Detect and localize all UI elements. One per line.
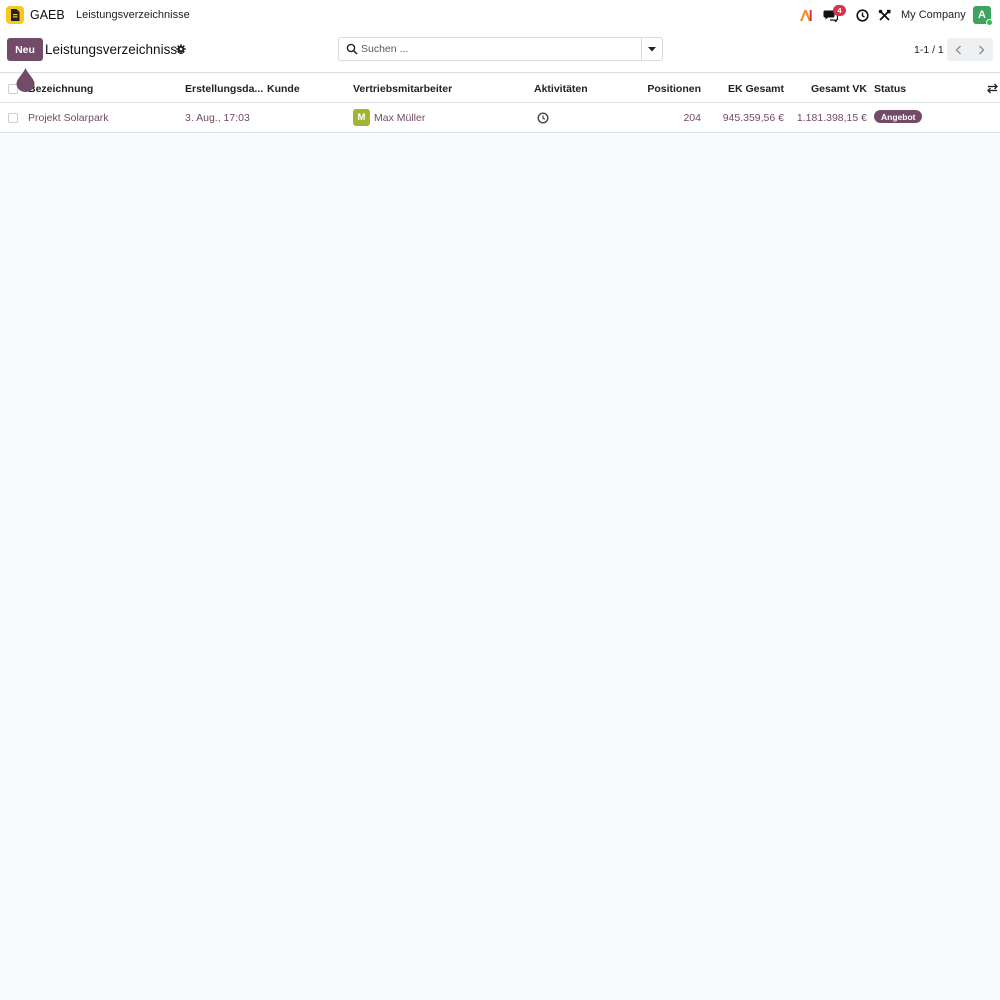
activity-clock-icon[interactable] (537, 112, 549, 124)
column-toggle-icon[interactable] (987, 83, 998, 94)
pager-previous-button[interactable] (947, 38, 970, 61)
search-icon (346, 43, 358, 55)
column-header-bezeichnung[interactable]: Bezeichnung (28, 83, 93, 95)
pager-next-button[interactable] (970, 38, 993, 61)
cursor-drop-icon (16, 68, 35, 92)
salesperson-avatar-letter: M (357, 112, 366, 123)
chevron-right-icon (979, 45, 985, 54)
cell-ek-gesamt: 945.359,56 € (722, 112, 784, 124)
user-avatar[interactable]: A (973, 6, 993, 26)
user-avatar-letter: A (978, 9, 986, 21)
column-header-positionen[interactable]: Positionen (647, 83, 701, 95)
cell-vertriebsmitarbeiter[interactable]: Max Müller (374, 112, 425, 124)
page-title: Leistungsverzeichnisse (45, 42, 185, 57)
company-switcher[interactable]: My Company (901, 9, 966, 21)
document-icon (11, 9, 20, 21)
column-header-gesamt-vk[interactable]: Gesamt VK (811, 83, 867, 95)
search-input[interactable] (361, 41, 641, 57)
table-row[interactable]: Projekt Solarpark 3. Aug., 17:03 M Max M… (0, 103, 1000, 133)
column-header-aktivitaeten[interactable]: Aktivitäten (534, 83, 588, 95)
control-panel: Neu Leistungsverzeichnisse 1-1 / 1 (0, 30, 1000, 73)
search-options-toggle[interactable] (641, 38, 662, 60)
top-navbar: GAEB Leistungsverzeichnisse 4 My Company… (0, 0, 1000, 30)
row-checkbox[interactable] (8, 113, 18, 123)
caret-down-icon (648, 46, 656, 51)
column-header-kunde[interactable]: Kunde (267, 83, 300, 95)
gear-icon[interactable] (176, 44, 186, 54)
cell-positionen: 204 (683, 112, 701, 124)
online-status-dot (986, 19, 993, 26)
clock-icon[interactable] (856, 8, 869, 22)
search-bar (338, 37, 663, 61)
ai-icon[interactable] (799, 8, 813, 22)
messages-count-badge: 4 (833, 5, 846, 16)
column-header-ek-gesamt[interactable]: EK Gesamt (728, 83, 784, 95)
app-logo[interactable] (6, 6, 24, 24)
list-header: Bezeichnung Erstellungsda... Kunde Vertr… (0, 74, 1000, 103)
new-button[interactable]: Neu (7, 38, 43, 61)
tools-icon[interactable] (878, 8, 891, 22)
status-badge: Angebot (874, 110, 923, 123)
pager-value[interactable]: 1-1 / 1 (914, 44, 944, 56)
menu-item-leistungsverzeichnisse[interactable]: Leistungsverzeichnisse (76, 9, 190, 21)
column-header-erstellungsdatum[interactable]: Erstellungsda... (185, 83, 263, 95)
chevron-left-icon (955, 45, 961, 54)
cell-bezeichnung[interactable]: Projekt Solarpark (28, 112, 109, 124)
column-header-status[interactable]: Status (874, 83, 906, 95)
cell-gesamt-vk: 1.181.398,15 € (796, 112, 867, 124)
app-name[interactable]: GAEB (30, 8, 65, 22)
salesperson-avatar[interactable]: M (353, 109, 370, 126)
cell-erstellungsdatum: 3. Aug., 17:03 (185, 112, 250, 124)
column-header-vertriebsmitarbeiter[interactable]: Vertriebsmitarbeiter (353, 83, 452, 95)
